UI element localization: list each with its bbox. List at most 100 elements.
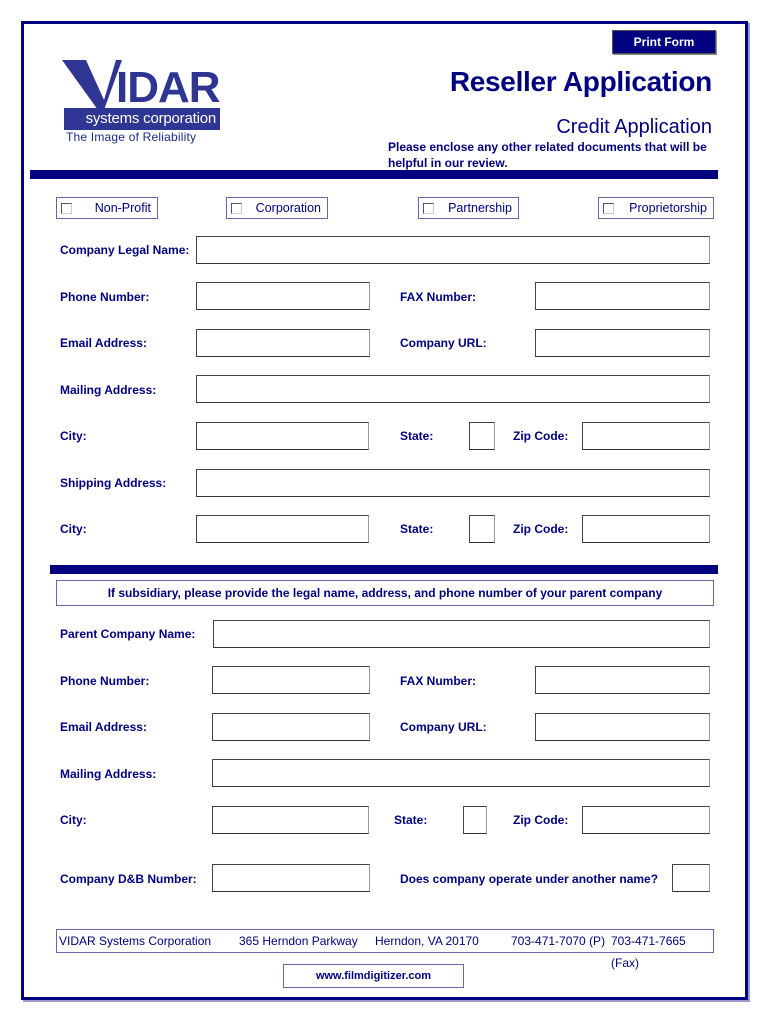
shipping-state-field[interactable]	[469, 515, 495, 543]
other-name-input[interactable]	[673, 865, 709, 891]
footer-company: VIDAR Systems Corporation	[59, 934, 212, 948]
checkbox-label: Non-Profit	[94, 201, 151, 215]
email-address-field[interactable]	[196, 329, 370, 357]
checkbox-corporation[interactable]: Corporation	[226, 197, 328, 219]
shipping-zip-code-label: Zip Code:	[513, 522, 569, 536]
subsidiary-banner: If subsidiary, please provide the legal …	[56, 580, 714, 606]
parent-mailing-address-label: Mailing Address:	[60, 767, 157, 781]
company-url-input[interactable]	[536, 330, 709, 356]
parent-company-name-label: Parent Company Name:	[60, 627, 196, 641]
parent-zip-code-field[interactable]	[582, 806, 710, 834]
checkbox-icon[interactable]	[231, 203, 242, 214]
shipping-address-label: Shipping Address:	[60, 476, 167, 490]
checkbox-icon[interactable]	[603, 203, 614, 214]
checkbox-proprietorship[interactable]: Proprietorship	[598, 197, 714, 219]
header-divider	[30, 170, 718, 179]
section-divider	[50, 565, 718, 574]
contact-footer: VIDAR Systems Corporation 365 Herndon Pa…	[56, 929, 714, 970]
page-title: Reseller Application	[449, 66, 712, 97]
shipping-city-label: City:	[60, 522, 87, 536]
checkbox-label: Partnership	[448, 201, 512, 215]
shipping-address-field[interactable]	[196, 469, 710, 497]
parent-state-label: State:	[394, 813, 428, 827]
page-subtitle: Credit Application	[556, 116, 712, 138]
parent-city-label: City:	[60, 813, 87, 827]
shipping-zip-code-field[interactable]	[582, 515, 710, 543]
parent-phone-number-label: Phone Number:	[60, 674, 150, 688]
other-name-field[interactable]	[672, 864, 710, 892]
fax-number-field[interactable]	[535, 282, 710, 310]
footer-city: Herndon, VA 20170	[375, 934, 479, 948]
city-input[interactable]	[197, 423, 368, 449]
parent-company-name-input[interactable]	[214, 621, 709, 647]
parent-email-address-input[interactable]	[213, 714, 369, 740]
company-legal-name-label: Company Legal Name:	[60, 243, 190, 257]
checkbox-partnership[interactable]: Partnership	[418, 197, 519, 219]
email-address-label: Email Address:	[60, 336, 147, 350]
zip-code-input[interactable]	[583, 423, 709, 449]
mailing-address-field[interactable]	[196, 375, 710, 403]
parent-state-field[interactable]	[463, 806, 487, 834]
zip-code-field[interactable]	[582, 422, 710, 450]
parent-fax-number-input[interactable]	[536, 667, 709, 693]
checkbox-non-profit[interactable]: Non-Profit	[56, 197, 158, 219]
company-legal-name-input[interactable]	[197, 237, 709, 263]
shipping-city-field[interactable]	[196, 515, 369, 543]
mailing-address-input[interactable]	[197, 376, 709, 402]
other-name-label: Does company operate under another name?	[400, 872, 659, 886]
phone-number-input[interactable]	[197, 283, 369, 309]
shipping-state-input[interactable]	[470, 516, 494, 542]
parent-company-url-label: Company URL:	[400, 720, 487, 734]
checkbox-icon[interactable]	[61, 203, 72, 214]
shipping-state-label: State:	[400, 522, 434, 536]
city-label: City:	[60, 429, 87, 443]
parent-company-url-field[interactable]	[535, 713, 710, 741]
fax-number-input[interactable]	[536, 283, 709, 309]
state-input[interactable]	[470, 423, 494, 449]
checkbox-icon[interactable]	[423, 203, 434, 214]
company-url-label: Company URL:	[400, 336, 487, 350]
dnb-number-field[interactable]	[212, 864, 370, 892]
footer-phone: 703-471-7070 (P)	[511, 934, 606, 948]
website-link[interactable]: www.filmdigitizer.com	[283, 964, 464, 988]
state-label: State:	[400, 429, 434, 443]
company-legal-name-field[interactable]	[196, 236, 710, 264]
parent-zip-code-label: Zip Code:	[513, 813, 569, 827]
parent-mailing-address-input[interactable]	[213, 760, 709, 786]
parent-phone-number-input[interactable]	[213, 667, 369, 693]
fax-number-label: FAX Number:	[400, 290, 477, 304]
logo-wordmark-text: IDAR	[116, 63, 220, 112]
parent-fax-number-field[interactable]	[535, 666, 710, 694]
parent-city-input[interactable]	[213, 807, 368, 833]
footer-street: 365 Herndon Parkway	[239, 934, 358, 948]
shipping-address-input[interactable]	[197, 470, 709, 496]
parent-zip-code-input[interactable]	[583, 807, 709, 833]
logo-tagline: The Image of Reliability	[66, 130, 197, 144]
phone-number-label: Phone Number:	[60, 290, 150, 304]
enclosure-note: Please enclose any other related documen…	[388, 140, 707, 170]
checkbox-label: Proprietorship	[629, 201, 707, 215]
shipping-zip-code-input[interactable]	[583, 516, 709, 542]
phone-number-field[interactable]	[196, 282, 370, 310]
logo-company-name: systems corporation	[64, 108, 220, 130]
parent-company-url-input[interactable]	[536, 714, 709, 740]
dnb-number-label: Company D&B Number:	[60, 872, 197, 886]
dnb-number-input[interactable]	[213, 865, 369, 891]
parent-phone-number-field[interactable]	[212, 666, 370, 694]
vidar-logo-mark: IDAR	[62, 60, 221, 116]
shipping-city-input[interactable]	[197, 516, 368, 542]
parent-fax-number-label: FAX Number:	[400, 674, 477, 688]
parent-state-input[interactable]	[464, 807, 486, 833]
state-field[interactable]	[469, 422, 495, 450]
email-address-input[interactable]	[197, 330, 369, 356]
print-form-button[interactable]: Print Form	[612, 30, 716, 54]
parent-email-address-field[interactable]	[212, 713, 370, 741]
parent-company-name-field[interactable]	[213, 620, 710, 648]
parent-city-field[interactable]	[212, 806, 369, 834]
zip-code-label: Zip Code:	[513, 429, 569, 443]
parent-mailing-address-field[interactable]	[212, 759, 710, 787]
vidar-logo: IDAR	[60, 56, 225, 116]
checkbox-label: Corporation	[255, 201, 321, 215]
company-url-field[interactable]	[535, 329, 710, 357]
city-field[interactable]	[196, 422, 369, 450]
